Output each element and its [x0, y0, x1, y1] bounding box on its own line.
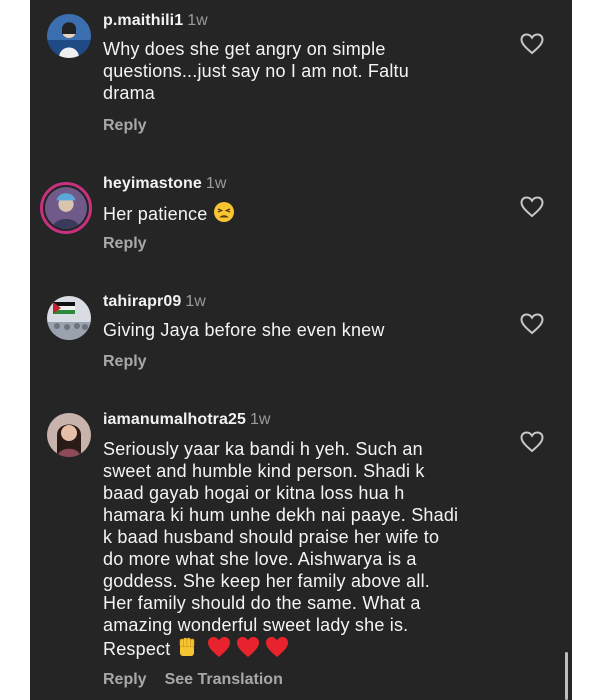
comment-time: 1w [249, 411, 271, 428]
comment-actions: Reply [103, 353, 147, 371]
comment-text: Giving Jaya before she even knew [103, 319, 503, 341]
comment-line: Her family should do the same. What a [103, 593, 421, 613]
like-heart-icon[interactable] [520, 313, 544, 335]
comment-line: amazing wonderful sweet lady she is. [103, 615, 409, 635]
comment-text: Seriously yaar ka bandi h yeh. Such an s… [103, 438, 503, 663]
avatar[interactable] [47, 296, 91, 340]
reply-button[interactable]: Reply [103, 117, 147, 134]
like-heart-icon[interactable] [520, 33, 544, 55]
comment-line: sweet and humble kind person. Shadi k [103, 461, 425, 481]
comment-line: do more what she love. Aishwarya is a [103, 549, 417, 569]
reply-button[interactable]: Reply [103, 671, 147, 688]
comment-header: heyimastone 1w [103, 175, 226, 193]
like-heart-icon[interactable] [520, 431, 544, 453]
comment-line: questions...just say no I am not. Faltu [103, 61, 409, 81]
comment-text: Her patience [103, 201, 503, 228]
comment-line: hamara ki hum unhe dekh nai paaye. Shadi [103, 505, 459, 525]
like-heart-icon[interactable] [520, 196, 544, 218]
red-heart-emoji-icon [265, 636, 289, 663]
tired-face-emoji-icon [213, 201, 235, 228]
comment-line: Respect [103, 639, 171, 659]
username[interactable]: p.maithili1 [103, 12, 183, 29]
comment-line: Her patience [103, 204, 208, 224]
comment-actions: Reply See Translation [103, 671, 283, 689]
scrollbar[interactable] [565, 652, 568, 700]
comment-line: drama [103, 83, 156, 103]
comment-line: Why does she get angry on simple [103, 39, 386, 59]
raised-fist-emoji-icon [176, 636, 198, 663]
comment-time: 1w [185, 293, 206, 310]
comment-line: Giving Jaya before she even knew [103, 320, 385, 340]
comment-header: iamanumalhotra25 1w [103, 411, 270, 429]
username[interactable]: tahirapr09 [103, 293, 181, 310]
comment-header: tahirapr09 1w [103, 293, 206, 311]
comment-actions: Reply [103, 235, 147, 253]
username[interactable]: iamanumalhotra25 [103, 411, 246, 428]
reply-button[interactable]: Reply [103, 353, 147, 370]
red-heart-emoji-icon [236, 636, 260, 663]
comment-time: 1w [205, 175, 227, 192]
red-heart-emoji-icon [207, 636, 231, 663]
reply-button[interactable]: Reply [103, 235, 147, 252]
comment-header: p.maithili1 1w [103, 12, 208, 30]
comment-line: Seriously yaar ka bandi h yeh. Such an [103, 439, 423, 459]
see-translation-button[interactable]: See Translation [165, 671, 283, 688]
username[interactable]: heyimastone [103, 175, 202, 192]
avatar[interactable] [47, 14, 91, 58]
avatar[interactable] [40, 182, 92, 234]
comment-actions: Reply [103, 117, 147, 135]
comment-last-line: Respect [103, 636, 503, 663]
comment-time: 1w [187, 12, 208, 29]
comment-line: k baad husband should praise her wife to [103, 527, 440, 547]
comments-panel: p.maithili1 1w Why does she get angry on … [30, 0, 572, 700]
comment-line: goddess. She keep her family above all. [103, 571, 430, 591]
avatar[interactable] [47, 413, 91, 457]
comment-line: baad gayab hogai or kitna loss hua h [103, 483, 405, 503]
comment-text: Why does she get angry on simple questio… [103, 38, 503, 104]
